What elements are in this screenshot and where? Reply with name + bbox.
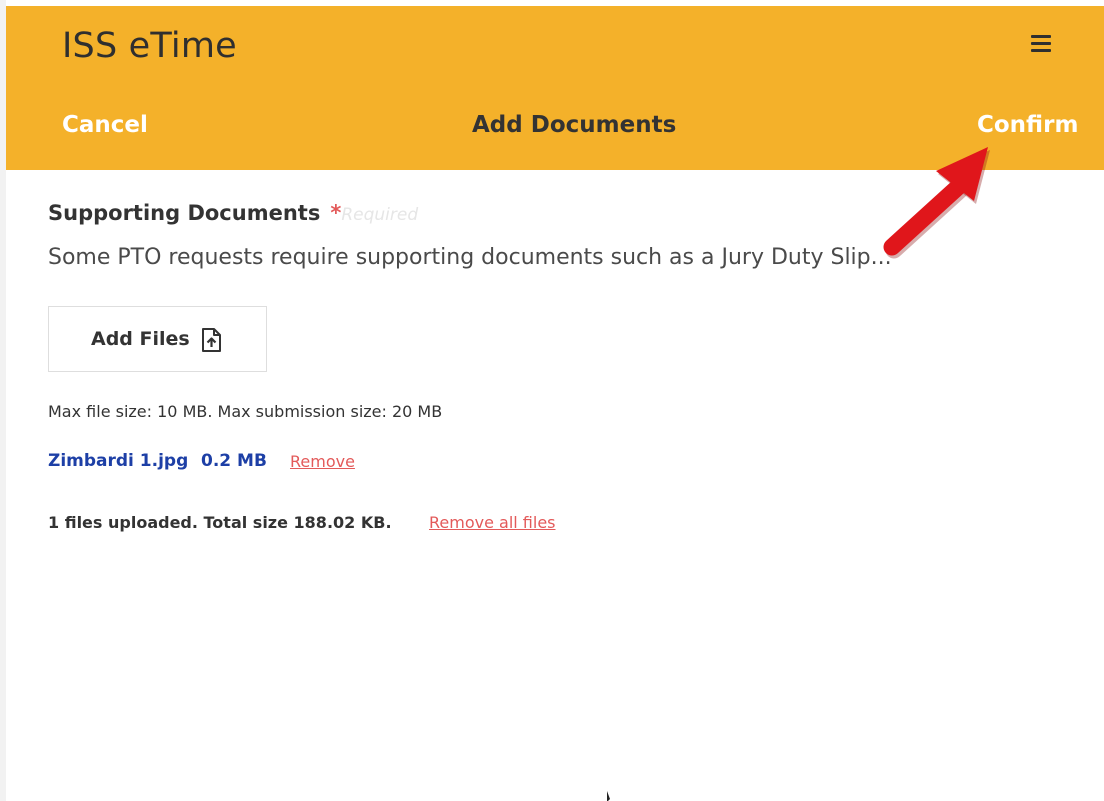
file-name-link[interactable]: Zimbardi 1.jpg xyxy=(48,451,188,471)
file-size-limits: Max file size: 10 MB. Max submission siz… xyxy=(48,402,443,421)
confirm-button[interactable]: Confirm xyxy=(977,112,1078,138)
cancel-button[interactable]: Cancel xyxy=(62,112,148,138)
upload-summary-text: 1 files uploaded. Total size 188.02 KB. xyxy=(48,513,392,532)
page-title: Add Documents xyxy=(472,112,677,138)
remove-all-files-link[interactable]: Remove all files xyxy=(429,513,556,532)
add-files-button[interactable]: Add Files xyxy=(48,306,267,372)
app-title: ISS eTime xyxy=(62,26,237,66)
app-header: ISS eTime Cancel Add Documents Confirm xyxy=(6,6,1104,170)
required-label: Required xyxy=(341,205,419,225)
required-star: * xyxy=(330,201,342,225)
mouse-cursor-icon xyxy=(607,791,610,801)
file-size: 0.2 MB xyxy=(201,451,267,471)
add-files-label: Add Files xyxy=(91,328,190,350)
section-description: Some PTO requests require supporting doc… xyxy=(48,245,892,270)
remove-file-link[interactable]: Remove xyxy=(290,452,355,471)
section-heading: Supporting Documents *Required xyxy=(48,201,418,225)
file-upload-icon xyxy=(202,328,221,352)
hamburger-menu-icon[interactable] xyxy=(1030,32,1052,54)
section-heading-text: Supporting Documents xyxy=(48,201,321,225)
app-window: ISS eTime Cancel Add Documents Confirm S… xyxy=(0,0,1104,801)
